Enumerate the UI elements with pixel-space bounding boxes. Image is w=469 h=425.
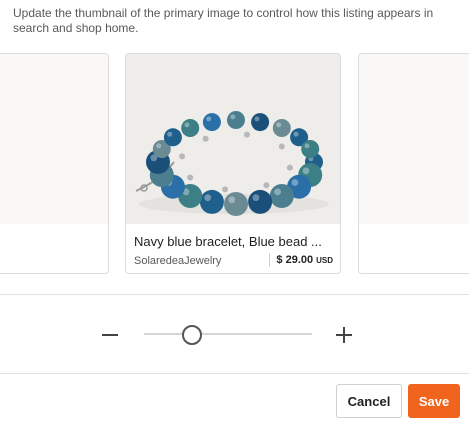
spacer [202,135,209,142]
spacer [179,153,186,160]
spacer [222,186,229,193]
thumbnail-card-next[interactable] [358,53,469,274]
bead [163,128,182,147]
bead-highlight [228,196,236,204]
zoom-slider[interactable] [144,325,312,345]
slider-handle[interactable] [182,325,203,345]
bead [272,119,291,137]
listing-price: $ 29.00 [276,254,314,266]
bead [199,189,224,214]
bead-highlight [230,114,236,120]
bead [269,184,294,208]
bead [301,140,320,158]
placeholder-image [359,54,469,224]
bead-highlight [167,131,173,137]
bead-highlight [276,122,282,128]
bracelet-photo [126,54,340,224]
spacer [278,143,285,150]
thumbnail-card-previous[interactable] [0,53,109,274]
bead [224,192,248,216]
currency-code: USD [316,255,333,265]
bead [202,113,221,132]
bead-highlight [206,116,212,122]
bead-highlight [204,194,212,202]
spacer [243,131,250,138]
cancel-button[interactable]: Cancel [336,384,402,418]
bead-highlight [156,143,162,149]
save-button[interactable]: Save [408,384,460,418]
divider [0,294,469,295]
bead [227,111,245,129]
shop-name: SolaredeaJewelry [134,255,222,267]
zoom-out-icon[interactable] [99,324,121,346]
thumbnail-card-primary[interactable]: Navy blue bracelet, Blue bead ... Solare… [125,53,341,274]
bead [181,119,200,137]
bead-highlight [184,122,190,128]
listing-thumbnail-image [126,54,340,224]
price-block: $ 29.00 USD [269,253,333,267]
zoom-in-icon[interactable] [333,324,355,346]
bead-highlight [252,194,260,202]
bead [248,189,273,214]
bead-highlight [304,143,310,149]
spacer [286,164,293,171]
bead-highlight [291,179,299,186]
spacer [187,174,194,181]
spacer [263,182,270,189]
slider-track [144,333,312,335]
instructions-text: Update the thumbnail of the primary imag… [13,6,434,35]
listing-title: Navy blue bracelet, Blue bead ... [134,234,322,249]
bead-highlight [254,116,260,122]
bead-highlight [293,131,299,137]
bead-highlight [302,167,310,175]
bead [251,113,270,132]
divider [0,373,469,374]
bead-highlight [274,188,281,196]
placeholder-image [0,54,108,224]
